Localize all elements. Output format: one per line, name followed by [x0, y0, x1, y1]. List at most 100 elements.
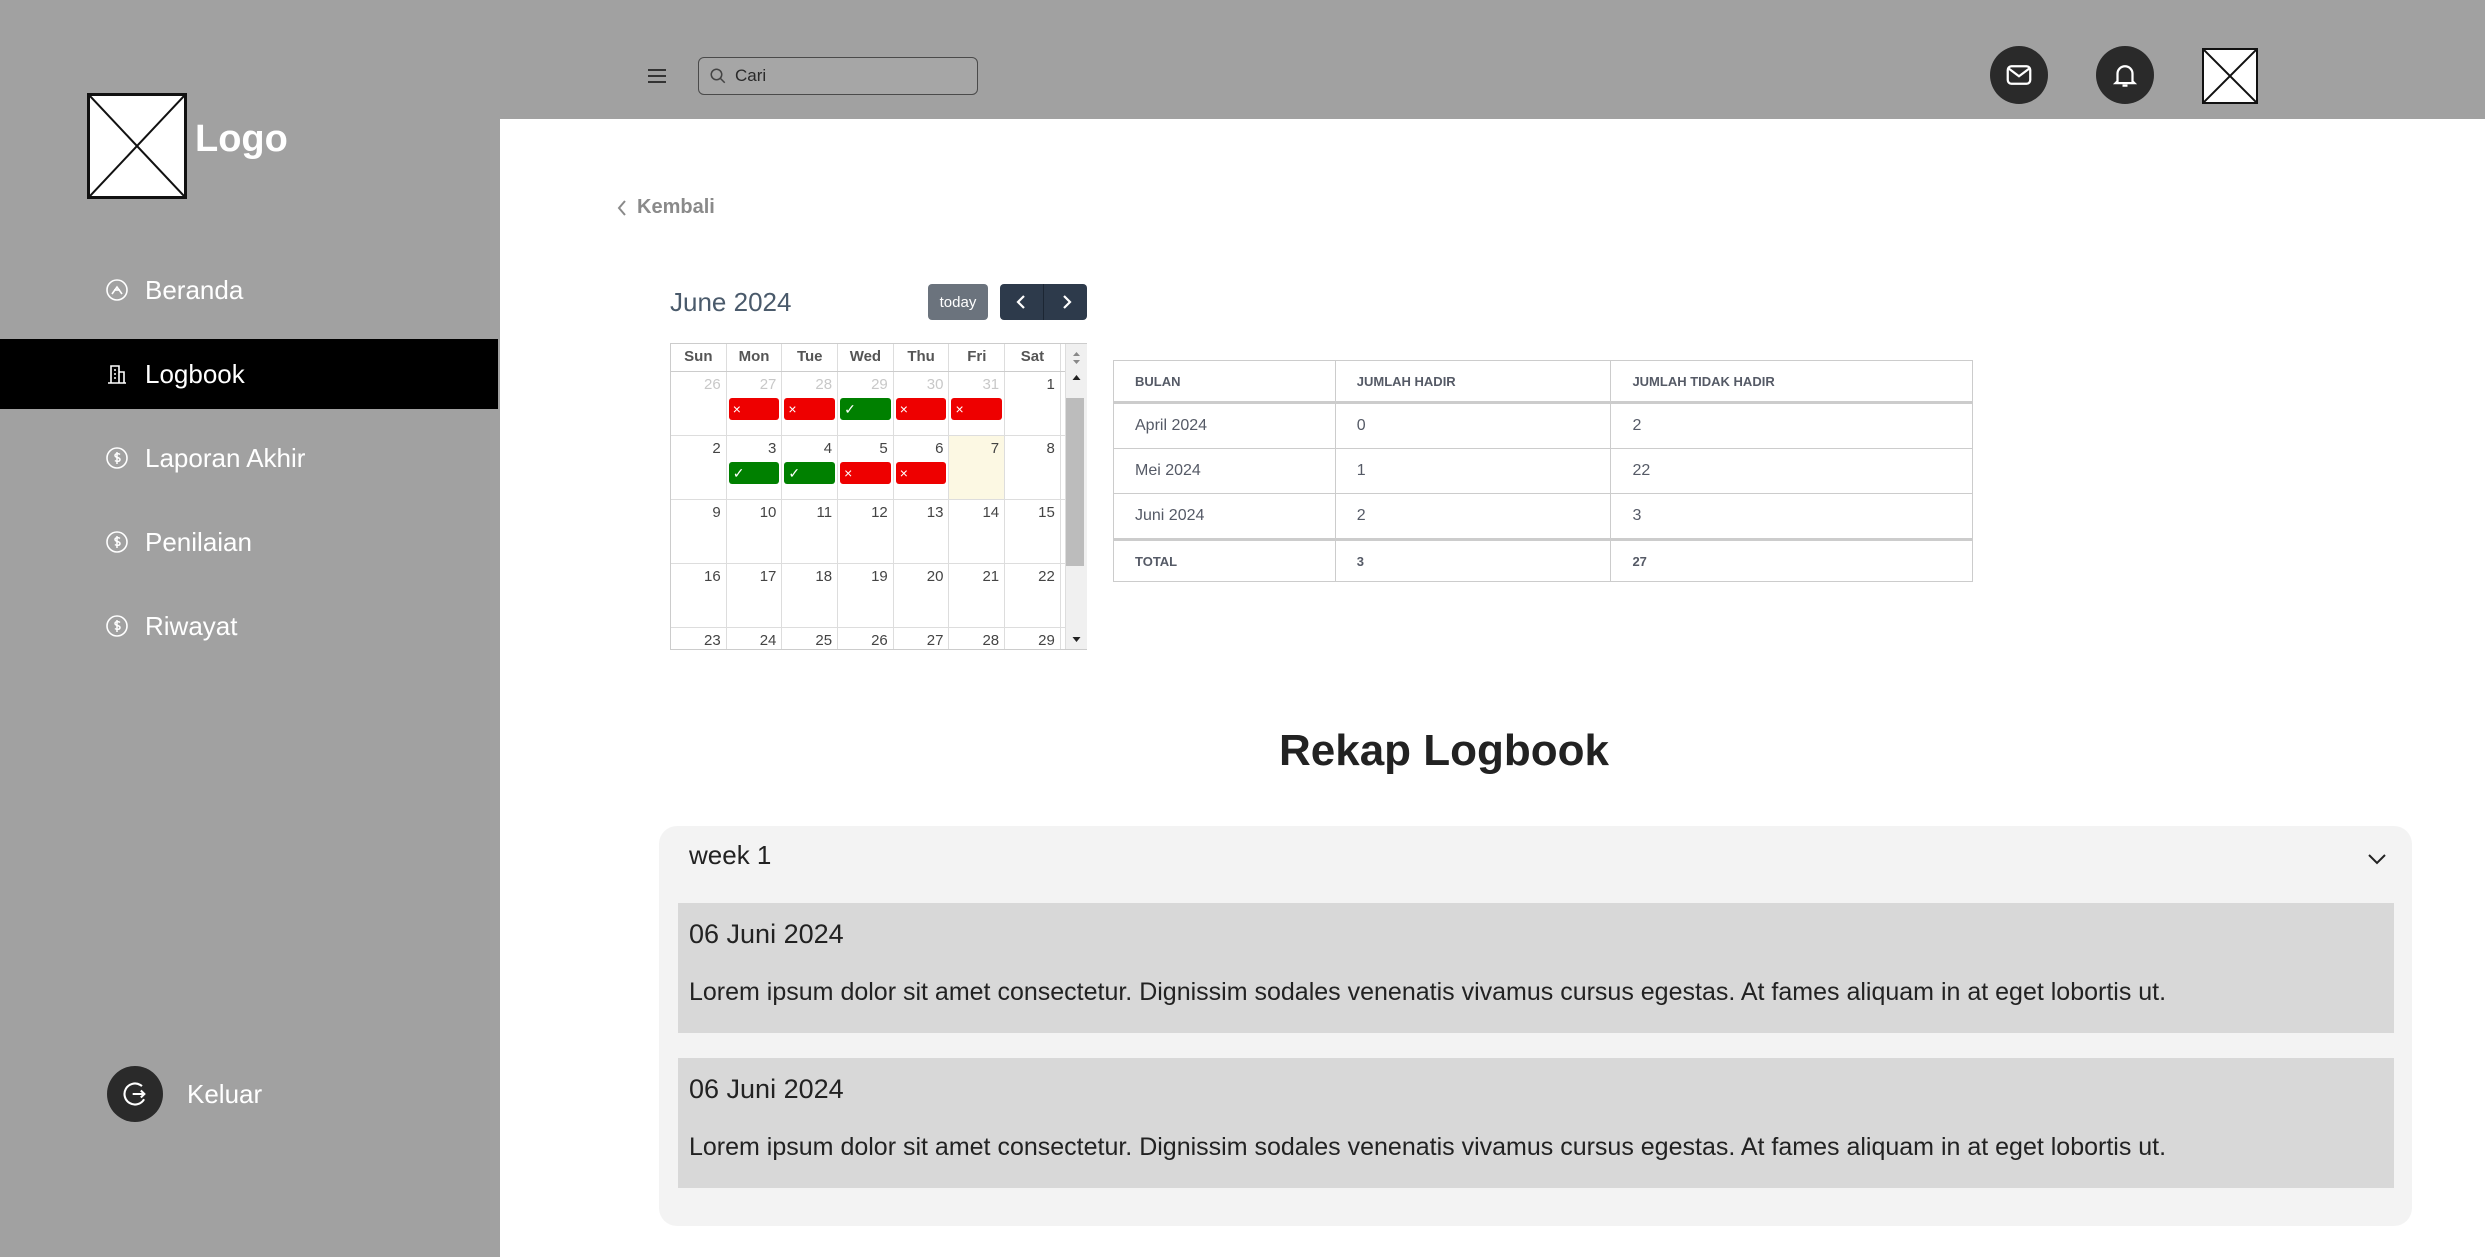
calendar-day[interactable]: 23 — [671, 628, 727, 649]
calendar-weekday-header: Sun Mon Tue Wed Thu Fri Sat — [671, 344, 1086, 372]
day-number: 31 — [982, 376, 1000, 393]
calendar-day[interactable]: 26 — [671, 372, 727, 435]
present-event[interactable]: ✓ — [728, 462, 780, 484]
avatar[interactable] — [2202, 48, 2258, 104]
calendar-day[interactable]: 2 — [671, 436, 727, 499]
sidebar-item-logbook[interactable]: Logbook — [0, 339, 498, 409]
sidebar-item-label: Beranda — [145, 274, 244, 305]
calendar-day[interactable]: 1 — [1005, 372, 1061, 435]
column-header: JUMLAH TIDAK HADIR — [1610, 360, 1973, 404]
absent-event[interactable]: × — [728, 398, 780, 420]
absent-event[interactable]: × — [840, 462, 891, 484]
menu-icon[interactable] — [645, 64, 669, 88]
calendar-day[interactable]: 28 — [949, 628, 1006, 649]
calendar-day[interactable]: 12 — [838, 500, 894, 563]
cell-month: April 2024 — [1113, 402, 1336, 449]
absent-event[interactable]: × — [951, 398, 1003, 420]
calendar-day[interactable]: 6 × — [894, 436, 950, 499]
calendar-day[interactable]: 3 ✓ — [727, 436, 783, 499]
sidebar-item-beranda[interactable]: Beranda — [0, 255, 498, 325]
calendar-day[interactable]: 8 — [1005, 436, 1061, 499]
calendar-day-today[interactable]: 7 — [949, 436, 1006, 499]
calendar-day[interactable]: 13 — [894, 500, 950, 563]
calendar-day[interactable]: 27 × — [727, 372, 783, 435]
calendar-day[interactable]: 28 × — [782, 372, 839, 435]
attendance-table: BULAN JUMLAH HADIR JUMLAH TIDAK HADIR Ap… — [1113, 360, 1973, 582]
calendar-day[interactable]: 24 — [727, 628, 783, 649]
day-number: 20 — [926, 568, 944, 585]
calendar-day[interactable]: 19 — [838, 564, 894, 627]
calendar-day[interactable]: 14 — [949, 500, 1006, 563]
back-link[interactable]: Kembali — [615, 196, 715, 219]
mail-button[interactable] — [1990, 46, 2048, 104]
absent-event[interactable]: × — [895, 462, 947, 484]
calendar-day[interactable]: 11 — [782, 500, 839, 563]
sidebar-item-penilaian[interactable]: Penilaian — [0, 507, 498, 577]
scrollbar-thumb[interactable] — [1066, 398, 1084, 566]
day-number: 4 — [823, 440, 833, 457]
calendar-day[interactable]: 18 — [782, 564, 839, 627]
calendar-week-row: 2 3 ✓ 4 ✓ 5 × 6 × 7 8 — [671, 436, 1086, 500]
calendar-day[interactable]: 15 — [1005, 500, 1061, 563]
calendar-nav — [1000, 284, 1087, 320]
sidebar-item-riwayat[interactable]: Riwayat — [0, 591, 498, 661]
absent-event[interactable]: × — [895, 398, 947, 420]
building-icon — [108, 365, 126, 384]
search-box[interactable] — [698, 57, 978, 95]
calendar-day[interactable]: 17 — [727, 564, 783, 627]
logbook-entry[interactable]: 06 Juni 2024 Lorem ipsum dolor sit amet … — [678, 1058, 2394, 1188]
logo-placeholder — [87, 93, 187, 199]
day-number: 23 — [704, 632, 721, 649]
back-label: Kembali — [637, 196, 715, 218]
bell-icon — [2112, 65, 2138, 87]
calendar-day[interactable]: 9 — [671, 500, 727, 563]
calendar-day[interactable]: 10 — [727, 500, 783, 563]
calendar-day[interactable]: 16 — [671, 564, 727, 627]
weekday-header: Mon — [727, 344, 783, 371]
today-button[interactable]: today — [928, 284, 988, 320]
accordion-week-label[interactable]: week 1 — [689, 840, 771, 871]
mail-icon — [2006, 65, 2032, 85]
cell-month: Mei 2024 — [1113, 448, 1336, 494]
day-number: 13 — [926, 504, 944, 521]
sidebar-item-laporan-akhir[interactable]: Laporan Akhir — [0, 423, 498, 493]
next-month-button[interactable] — [1044, 284, 1087, 320]
calendar-day[interactable]: 26 — [838, 628, 894, 649]
calendar-day[interactable]: 21 — [949, 564, 1006, 627]
chevron-left-icon — [617, 199, 626, 216]
calendar-day[interactable]: 20 — [894, 564, 950, 627]
day-number: 27 — [926, 632, 944, 649]
present-event[interactable]: ✓ — [784, 462, 836, 484]
weekday-header: Sun — [671, 344, 727, 371]
logout-button[interactable]: Keluar — [107, 1066, 262, 1122]
absent-event[interactable]: × — [784, 398, 836, 420]
calendar-day[interactable]: 29 — [1005, 628, 1061, 649]
prev-month-button[interactable] — [1000, 284, 1044, 320]
weekday-header: Thu — [894, 344, 950, 371]
search-input[interactable] — [733, 65, 957, 87]
sidebar-item-label: Riwayat — [145, 610, 238, 641]
day-number: 24 — [759, 632, 777, 649]
column-header: JUMLAH HADIR — [1334, 360, 1612, 404]
day-number: 9 — [712, 504, 721, 521]
calendar-day[interactable]: 27 — [894, 628, 950, 649]
cell-present: 2 — [1334, 493, 1612, 540]
calendar-day[interactable]: 5 × — [838, 436, 894, 499]
calendar-day[interactable]: 29 ✓ — [838, 372, 894, 435]
search-icon — [710, 68, 726, 84]
present-event[interactable]: ✓ — [840, 398, 891, 420]
notification-button[interactable] — [2096, 46, 2154, 104]
calendar-day[interactable]: 30 × — [894, 372, 950, 435]
day-number: 25 — [815, 632, 833, 649]
dollar-circle-icon — [106, 615, 128, 637]
calendar-day[interactable]: 31 × — [949, 372, 1006, 435]
entry-date: 06 Juni 2024 — [689, 919, 844, 949]
dollar-circle-icon — [106, 447, 128, 469]
day-number: 7 — [990, 440, 1000, 457]
calendar-day[interactable]: 25 — [782, 628, 839, 649]
chevron-down-icon[interactable] — [2366, 848, 2388, 870]
logbook-entry[interactable]: 06 Juni 2024 Lorem ipsum dolor sit amet … — [678, 903, 2394, 1033]
calendar-day[interactable]: 22 — [1005, 564, 1061, 627]
calendar-week-row: 16 17 18 19 20 21 22 — [671, 564, 1086, 628]
calendar-day[interactable]: 4 ✓ — [782, 436, 839, 499]
